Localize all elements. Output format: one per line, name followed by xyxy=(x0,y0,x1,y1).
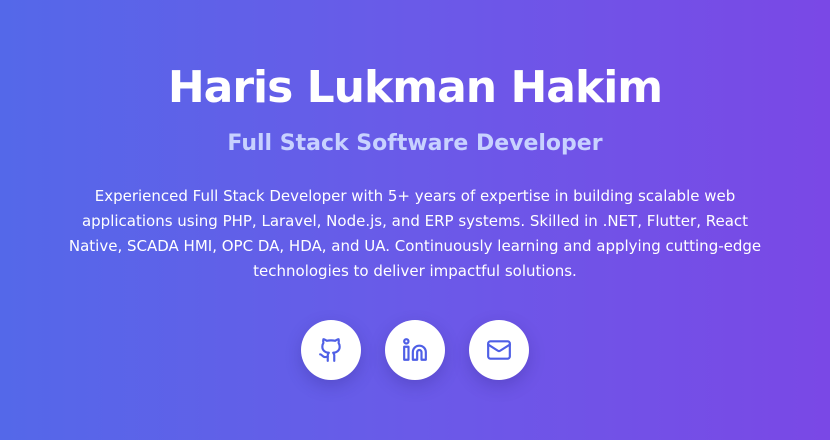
profile-name: Haris Lukman Hakim xyxy=(167,62,663,113)
github-icon xyxy=(319,338,341,362)
linkedin-icon xyxy=(403,338,427,361)
github-button[interactable] xyxy=(301,320,361,380)
profile-role: Full Stack Software Developer xyxy=(227,131,603,156)
profile-bio: Experienced Full Stack Developer with 5+… xyxy=(68,187,762,280)
mail-icon xyxy=(487,340,511,360)
social-links xyxy=(0,320,830,380)
linkedin-button[interactable] xyxy=(385,320,445,380)
email-button[interactable] xyxy=(469,320,529,380)
hero-section: Haris Lukman Hakim Full Stack Software D… xyxy=(0,0,830,440)
